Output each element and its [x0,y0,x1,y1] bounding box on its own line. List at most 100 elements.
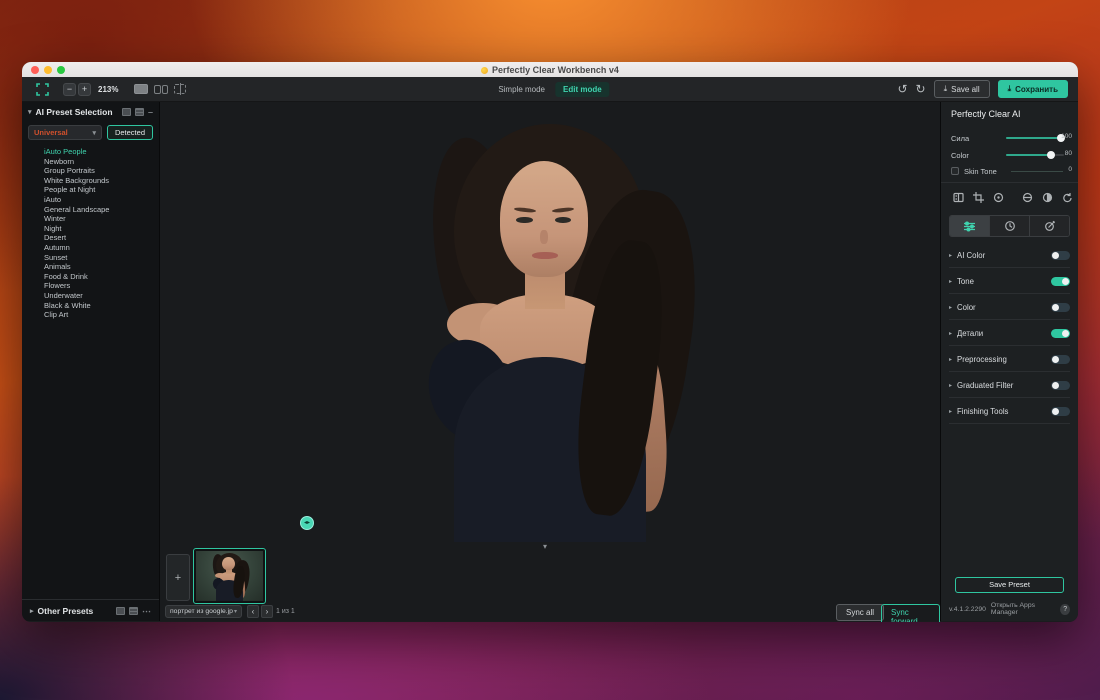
collapse-filmstrip-icon[interactable]: ▾ [543,542,547,551]
version-label: v.4.1.2.2290 [949,606,986,613]
zoom-level: 213% [98,85,118,94]
preset-item[interactable]: Sunset [44,253,159,263]
preset-item[interactable]: Food & Drink [44,272,159,282]
add-image-button[interactable]: + [166,554,190,601]
save-preset-button[interactable]: Save Preset [955,577,1064,593]
preset-item[interactable]: Animals [44,262,159,272]
collapse-caret-icon: ▾ [28,108,32,116]
undo-icon[interactable]: ↺ [897,83,907,95]
other-presets-header[interactable]: ▸ Other Presets ⋯ [22,599,159,621]
preset-section-header[interactable]: ▾ AI Preset Selection – [22,102,159,122]
tab-retouch[interactable] [1030,216,1069,236]
overflow-icon[interactable]: ⋯ [142,608,151,614]
adjustments-panel: Perfectly Clear AI Сила 100 Color 80 Ski… [940,102,1078,621]
grid-view-icon[interactable] [116,607,125,615]
tab-adjustments[interactable] [950,216,990,236]
apps-manager-link[interactable]: Открыть Apps Manager [991,602,1055,616]
finishing-tools-toggle[interactable] [1051,407,1070,416]
details-toggle[interactable] [1051,329,1070,338]
preset-item[interactable]: People at Night [44,185,159,195]
before-after-handle[interactable]: ◂▸ [300,516,314,530]
exposure-icon[interactable] [1022,192,1033,203]
before-after-icon[interactable] [953,192,964,203]
accordion-graduated-filter[interactable]: ▸Graduated Filter [941,372,1078,398]
accordion-preprocessing[interactable]: ▸Preprocessing [941,346,1078,372]
preset-item[interactable]: General Landscape [44,205,159,215]
sync-forward-button[interactable]: Sync forward [881,604,940,622]
toolbar: − + 213% Simple mode Edit mode ↺ ↻ ⤓Save… [22,77,1078,102]
thumbnail-selected[interactable] [193,548,266,604]
contrast-icon[interactable] [1042,192,1053,203]
zoom-in-button[interactable]: + [78,83,91,96]
sync-all-button[interactable]: Sync all [836,604,884,621]
window-title: Perfectly Clear Workbench v4 [22,65,1078,75]
tone-toggle[interactable] [1051,277,1070,286]
color-value: 80 [1065,150,1072,157]
edit-mode-button[interactable]: Edit mode [555,82,610,97]
chevron-down-icon: ▾ [92,129,96,137]
image-canvas: ◂▸ ▾ + портрет из google.jp▾ ‹ › 1 из 1 … [160,102,940,621]
prev-image-button[interactable]: ‹ [247,605,259,618]
thumbnail-portrait [196,551,263,601]
preset-item[interactable]: White Backgrounds [44,176,159,186]
zoom-out-button[interactable]: − [63,83,76,96]
skin-tone-slider[interactable] [1011,171,1063,172]
color-slider[interactable] [1006,154,1064,156]
skin-tone-checkbox[interactable] [951,167,959,175]
strength-slider-row: Сила 100 [951,132,1070,144]
single-view-icon[interactable] [134,84,148,94]
detected-button[interactable]: Detected [107,125,153,140]
graduated-filter-toggle[interactable] [1051,381,1070,390]
accordion-details[interactable]: ▸Детали [941,320,1078,346]
strength-slider[interactable] [1006,137,1064,139]
next-image-button[interactable]: › [261,605,273,618]
collapse-caret-icon: ▸ [30,607,34,615]
redo-icon[interactable]: ↻ [916,83,926,95]
skin-tone-row: Skin Tone 0 [951,165,1070,177]
list-view-icon[interactable] [129,607,138,615]
image-counter: 1 из 1 [276,608,295,615]
preset-item[interactable]: Group Portraits [44,166,159,176]
app-window: Perfectly Clear Workbench v4 − + 213% Si… [22,62,1078,622]
preset-item[interactable]: Newborn [44,157,159,167]
download-icon: ⤓ [944,84,948,94]
preset-item[interactable]: Desert [44,233,159,243]
accordion-tone[interactable]: ▸Tone [941,268,1078,294]
reset-icon[interactable] [1062,192,1073,203]
skin-tone-value: 0 [1068,166,1072,173]
tab-history[interactable] [990,216,1030,236]
filename-dropdown[interactable]: портрет из google.jp▾ [165,605,242,618]
edited-photo[interactable] [310,111,790,542]
save-button[interactable]: ⤓Сохранить [998,80,1068,98]
accordion-color[interactable]: ▸Color [941,294,1078,320]
preset-item[interactable]: Autumn [44,243,159,253]
simple-mode-button[interactable]: Simple mode [490,82,553,97]
accordion-finishing-tools[interactable]: ▸Finishing Tools [941,398,1078,424]
accordion-ai-color[interactable]: ▸AI Color [941,242,1078,268]
preset-group-dropdown[interactable]: Universal▾ [28,125,102,140]
help-icon[interactable]: ? [1060,604,1070,615]
list-view-icon[interactable] [135,108,144,116]
color-toggle[interactable] [1051,303,1070,312]
app-icon [481,67,488,74]
target-icon[interactable] [993,192,1004,203]
preset-item[interactable]: iAuto People [44,147,159,157]
overflow-icon[interactable]: – [148,109,153,115]
save-all-button[interactable]: ⤓Save all [934,80,990,98]
preset-sidebar: ▾ AI Preset Selection – Universal▾ Detec… [22,102,160,621]
preset-item[interactable]: iAuto [44,195,159,205]
compare-view-icon[interactable] [174,84,186,94]
preset-item[interactable]: Winter [44,214,159,224]
preset-item[interactable]: Underwater [44,291,159,301]
preset-item[interactable]: Flowers [44,281,159,291]
preset-item[interactable]: Night [44,224,159,234]
preset-list: iAuto People Newborn Group Portraits Whi… [22,145,159,320]
split-view-icon[interactable] [154,85,168,94]
ai-color-toggle[interactable] [1051,251,1070,260]
grid-view-icon[interactable] [122,108,131,116]
crop-icon[interactable] [973,192,984,203]
preset-item[interactable]: Black & White [44,301,159,311]
crop-corners-logo-icon[interactable] [36,83,49,96]
preset-item[interactable]: Clip Art [44,310,159,320]
preprocessing-toggle[interactable] [1051,355,1070,364]
